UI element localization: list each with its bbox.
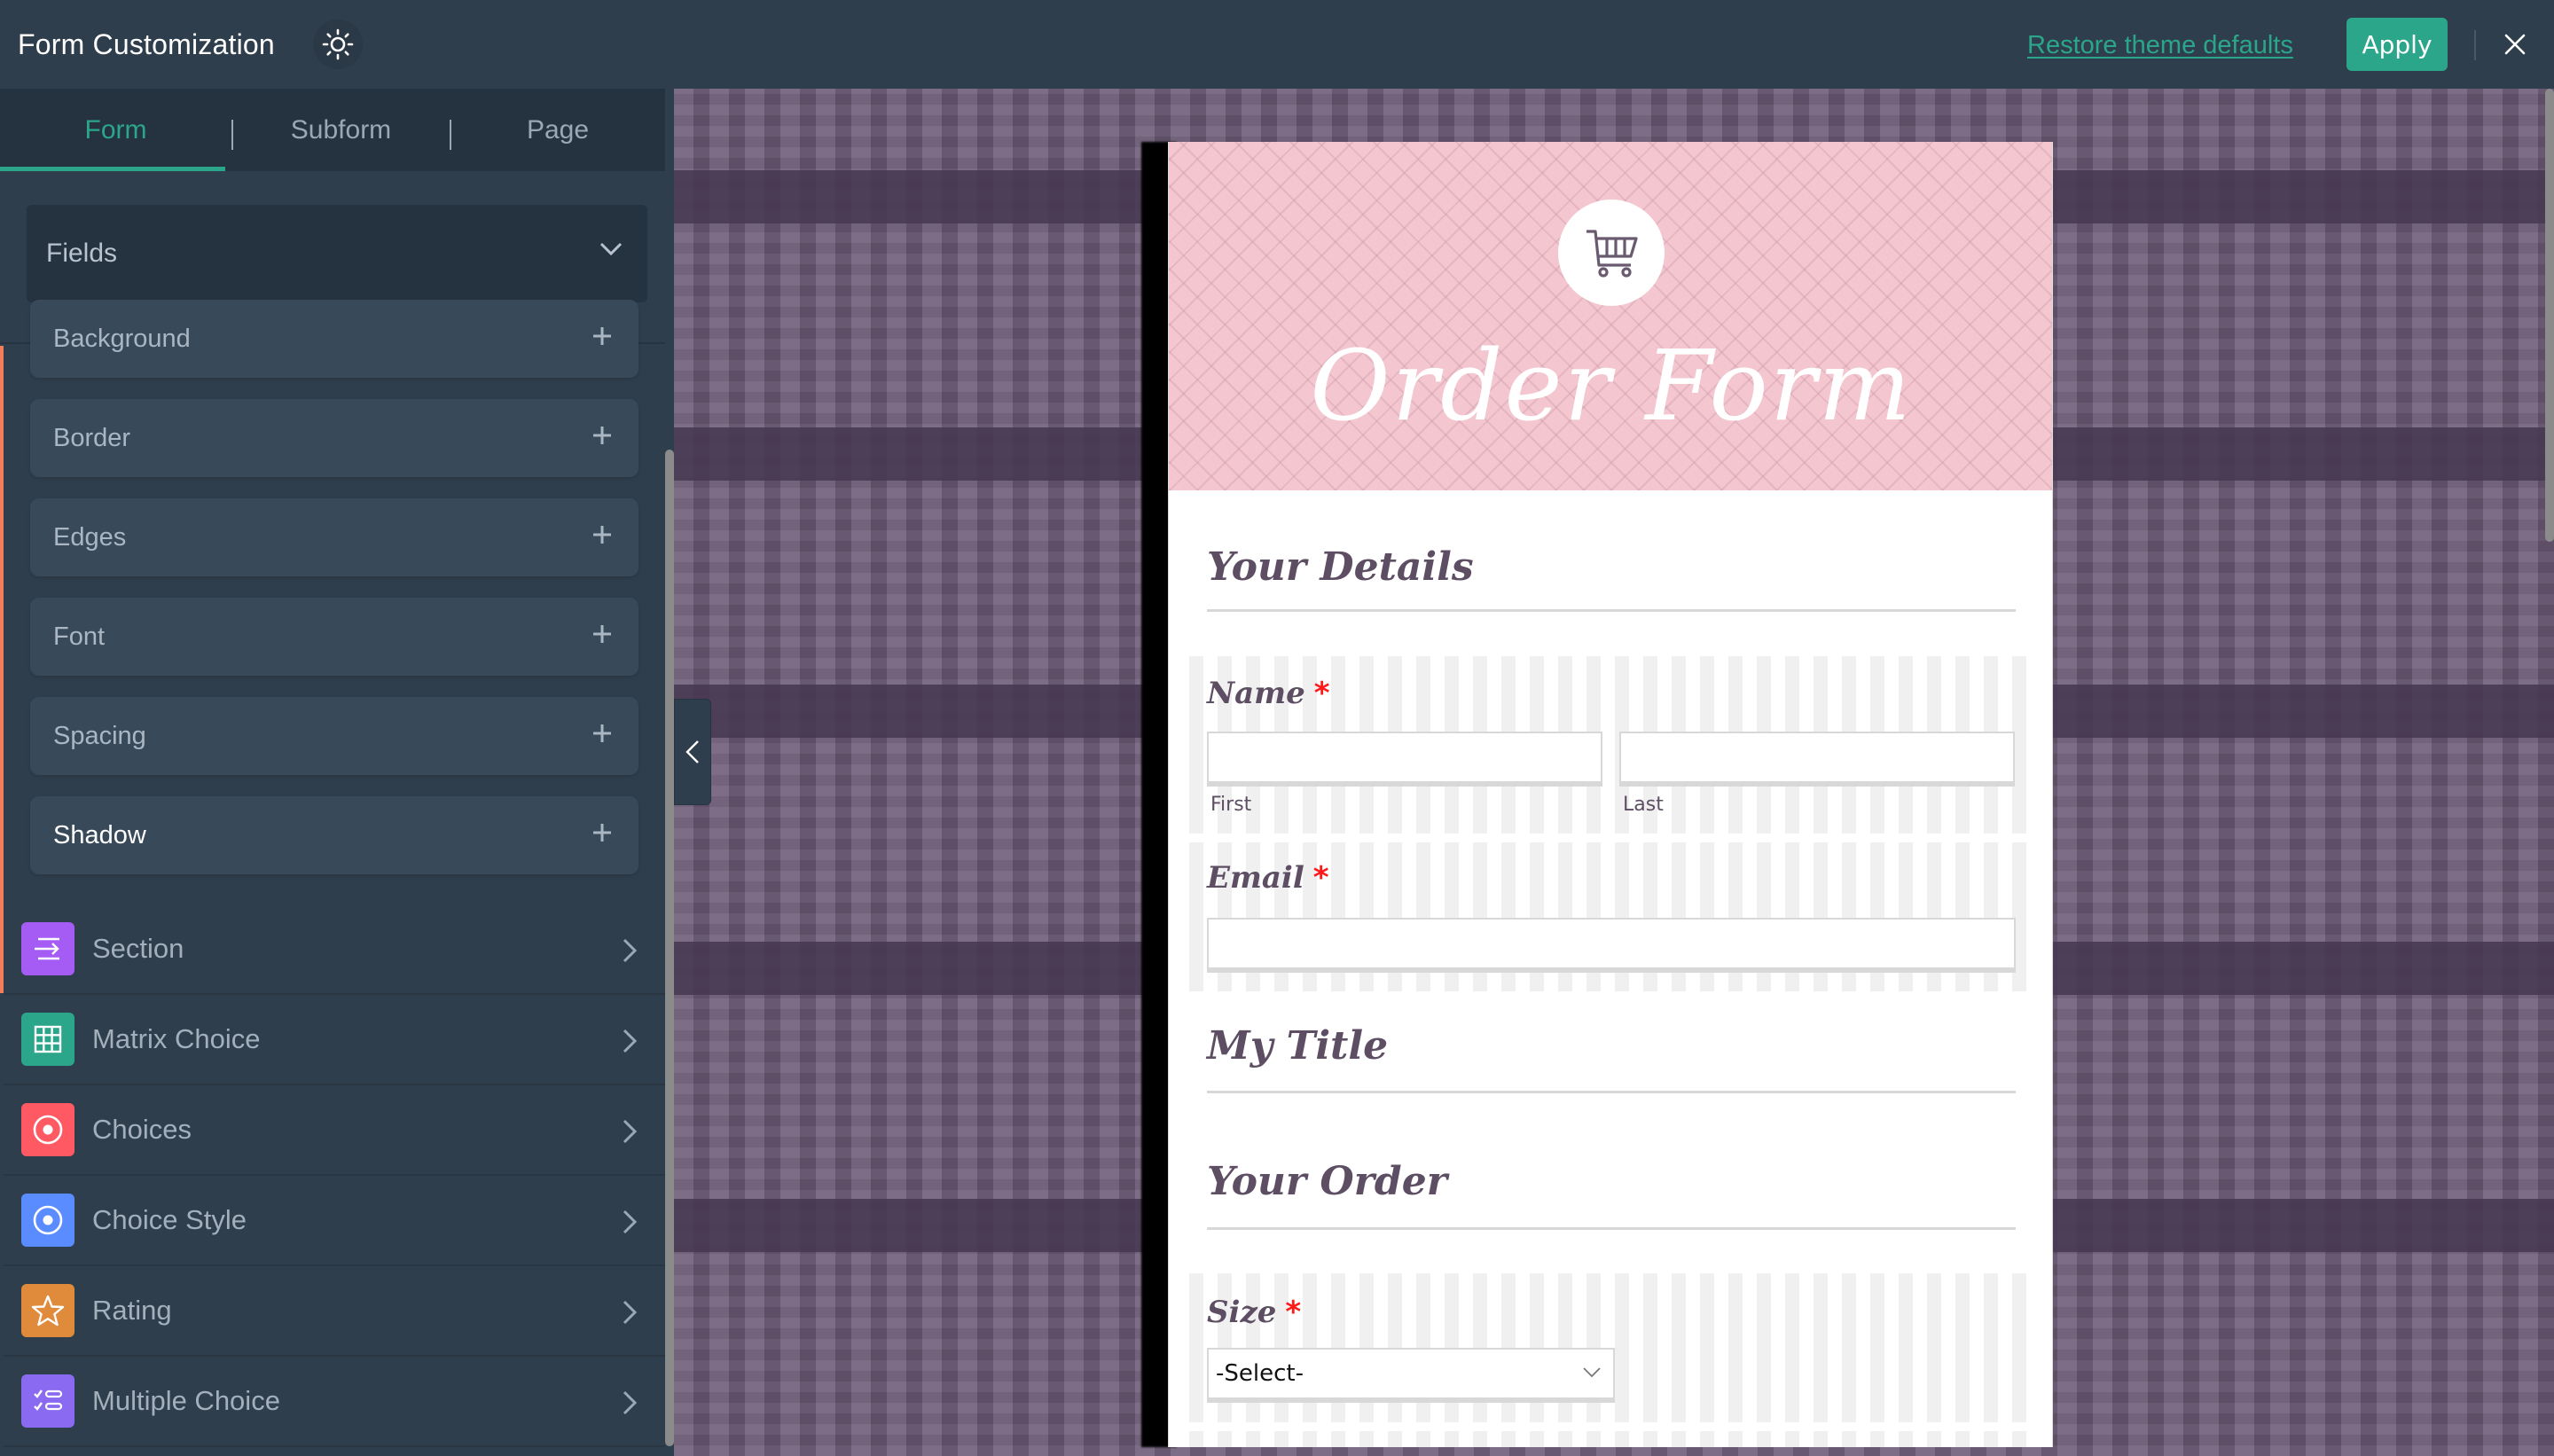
size-field: Size * -Select- bbox=[1189, 1273, 2033, 1422]
property-label: Edges bbox=[53, 522, 127, 552]
chevron-down-icon bbox=[599, 242, 623, 256]
element-type-select-value: Fields bbox=[46, 239, 118, 268]
next-field bbox=[1189, 1431, 2033, 1447]
theme-toggle-button[interactable] bbox=[313, 20, 363, 69]
size-select[interactable]: -Select- bbox=[1207, 1348, 1615, 1403]
email-input[interactable] bbox=[1207, 918, 2016, 973]
chevron-right-icon bbox=[623, 1209, 637, 1234]
group-choice-style[interactable]: Choice Style bbox=[4, 1176, 665, 1266]
group-label: Matrix Choice bbox=[92, 1023, 261, 1054]
required-marker: * bbox=[1285, 1295, 1302, 1330]
header-divider bbox=[2474, 30, 2476, 60]
form-preview-card: Order Form Your Details Name * First Last… bbox=[1168, 142, 2053, 1447]
chevron-down-icon bbox=[1583, 1367, 1601, 1378]
tab-form[interactable]: Form bbox=[0, 89, 231, 171]
chevron-left-icon bbox=[686, 740, 699, 763]
form-title: Order Form bbox=[1310, 329, 1913, 442]
name-field: Name * First Last bbox=[1189, 656, 2033, 834]
last-name-sublabel: Last bbox=[1623, 794, 1664, 816]
size-select-value: -Select- bbox=[1216, 1360, 1304, 1387]
property-label: Background bbox=[53, 324, 191, 353]
radio-icon bbox=[21, 1194, 74, 1247]
email-field: Email * bbox=[1189, 842, 2033, 991]
checklist-icon bbox=[21, 1374, 74, 1428]
section-divider bbox=[1207, 1227, 2016, 1230]
group-section[interactable]: Section bbox=[4, 904, 665, 995]
star-icon bbox=[21, 1284, 74, 1337]
property-border[interactable]: Border bbox=[30, 399, 638, 477]
name-label: Name * bbox=[1207, 674, 1330, 713]
collapse-sidebar-button[interactable] bbox=[674, 699, 711, 805]
form-header: Order Form bbox=[1169, 142, 2052, 490]
property-label: Spacing bbox=[53, 721, 146, 750]
first-name-input[interactable] bbox=[1207, 732, 1602, 787]
active-group-indicator bbox=[0, 346, 4, 993]
section-icon bbox=[21, 922, 74, 975]
plus-icon bbox=[593, 327, 611, 345]
form-logo bbox=[1558, 200, 1665, 306]
apply-button[interactable]: Apply bbox=[2346, 18, 2448, 71]
plus-icon bbox=[593, 824, 611, 842]
group-label: Choices bbox=[92, 1114, 192, 1145]
group-matrix-choice[interactable]: Matrix Choice bbox=[4, 995, 665, 1085]
chevron-right-icon bbox=[623, 1119, 637, 1144]
close-button[interactable] bbox=[2497, 27, 2533, 62]
group-choices[interactable]: Choices bbox=[4, 1085, 665, 1176]
close-icon bbox=[2504, 34, 2526, 55]
group-label: Rating bbox=[92, 1295, 172, 1326]
restore-theme-defaults-link[interactable]: Restore theme defaults bbox=[2027, 30, 2293, 60]
sun-icon bbox=[322, 28, 354, 60]
property-spacing[interactable]: Spacing bbox=[30, 697, 638, 775]
property-label: Font bbox=[53, 622, 106, 651]
customization-sidebar: Form Subform Page Fields Background Bord… bbox=[0, 89, 674, 1456]
active-tab-indicator bbox=[0, 167, 225, 171]
group-label: Section bbox=[92, 933, 184, 964]
top-bar: Form Customization Restore theme default… bbox=[0, 0, 2554, 89]
chevron-right-icon bbox=[623, 1300, 637, 1325]
chevron-right-icon bbox=[623, 1029, 637, 1053]
section-heading-your-details: Your Details bbox=[1207, 544, 1474, 590]
last-name-input[interactable] bbox=[1619, 732, 2015, 787]
email-label-text: Email bbox=[1207, 860, 1304, 896]
size-label: Size * bbox=[1207, 1293, 1301, 1332]
element-type-select[interactable]: Fields bbox=[27, 205, 647, 302]
required-marker: * bbox=[1313, 676, 1330, 711]
tab-page[interactable]: Page bbox=[450, 89, 665, 171]
name-label-text: Name bbox=[1207, 676, 1305, 711]
plus-icon bbox=[593, 427, 611, 444]
property-label: Border bbox=[53, 423, 131, 452]
property-background[interactable]: Background bbox=[30, 300, 638, 378]
section-divider bbox=[1207, 1091, 2016, 1093]
section-heading-my-title: My Title bbox=[1207, 1023, 1389, 1069]
section-divider bbox=[1207, 609, 2016, 612]
plus-icon bbox=[593, 526, 611, 544]
group-label: Choice Style bbox=[92, 1204, 247, 1235]
property-label: Shadow bbox=[53, 820, 146, 849]
grid-icon bbox=[21, 1013, 74, 1066]
size-label-text: Size bbox=[1207, 1295, 1277, 1330]
radio-icon bbox=[21, 1103, 74, 1156]
section-heading-your-order: Your Order bbox=[1207, 1159, 1447, 1204]
property-shadow[interactable]: Shadow bbox=[30, 796, 638, 874]
app-title: Form Customization bbox=[18, 28, 275, 60]
shopping-cart-icon bbox=[1586, 230, 1638, 278]
group-label: Multiple Choice bbox=[92, 1385, 280, 1416]
required-marker: * bbox=[1312, 860, 1329, 896]
tab-bar: Form Subform Page bbox=[0, 89, 665, 171]
email-label: Email * bbox=[1207, 858, 1329, 897]
first-name-sublabel: First bbox=[1210, 794, 1252, 816]
sidebar-scrollbar-thumb[interactable] bbox=[665, 450, 674, 1446]
chevron-right-icon bbox=[623, 1390, 637, 1415]
plus-icon bbox=[593, 625, 611, 643]
chevron-right-icon bbox=[623, 938, 637, 963]
property-edges[interactable]: Edges bbox=[30, 498, 638, 576]
property-font[interactable]: Font bbox=[30, 598, 638, 676]
group-rating[interactable]: Rating bbox=[4, 1266, 665, 1357]
group-multiple-choice[interactable]: Multiple Choice bbox=[4, 1357, 665, 1447]
plus-icon bbox=[593, 724, 611, 742]
preview-scrollbar-thumb[interactable] bbox=[2545, 89, 2554, 542]
tab-subform[interactable]: Subform bbox=[232, 89, 450, 171]
